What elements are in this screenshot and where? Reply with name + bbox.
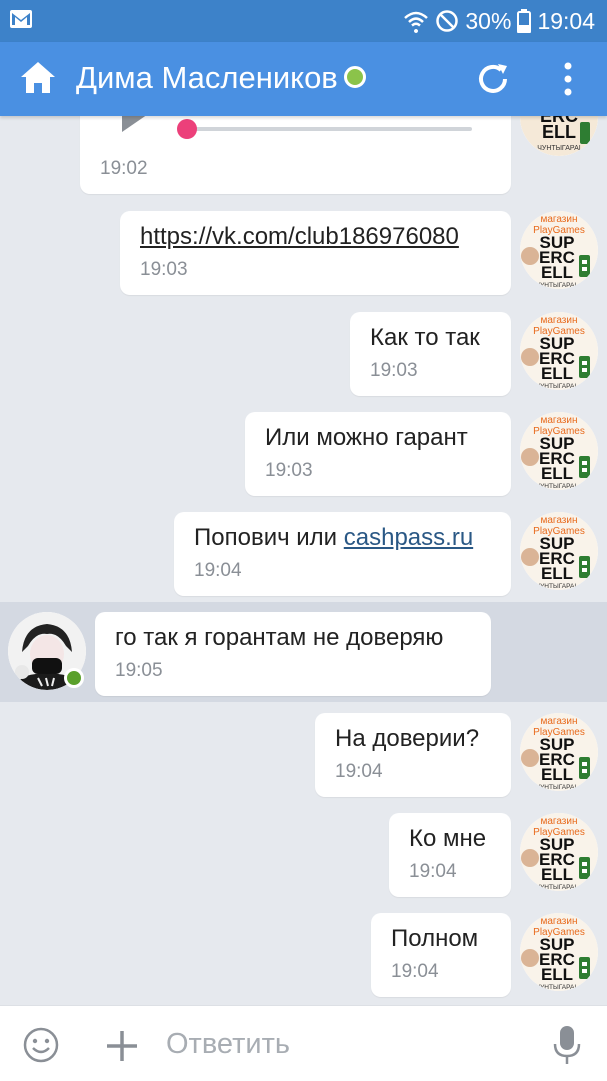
shop-avatar-text: ЧУНТЫГАРАІ <box>536 282 577 289</box>
message-time: 19:03 <box>140 259 188 280</box>
do-not-disturb-icon <box>436 10 459 32</box>
message-text-part: Попович или <box>194 524 344 551</box>
voice-progress-track[interactable] <box>188 127 472 131</box>
shop-avatar-text: магазин <box>540 515 577 526</box>
message-time: 19:04 <box>409 861 457 882</box>
shop-avatar-text: магазин <box>540 415 577 426</box>
home-icon[interactable] <box>18 58 58 98</box>
shop-avatar-text: ELL <box>541 965 573 984</box>
message-text: го так я горантам не доверяю <box>115 624 444 651</box>
shop-avatar-text: магазин <box>540 916 577 927</box>
message-link[interactable]: https://vk.com/club186976080 <box>140 223 459 251</box>
outgoing-message-bubble[interactable]: Ко мне 19:04 <box>389 813 511 897</box>
shop-avatar-text: магазин <box>540 214 577 225</box>
reply-input[interactable]: Ответить <box>166 1024 536 1064</box>
shop-avatar-text: ЧУНТЫГАРАІ <box>536 583 577 590</box>
shop-avatar-text: ELL <box>541 765 573 784</box>
play-icon[interactable] <box>122 116 154 132</box>
message-time: 19:04 <box>194 560 242 581</box>
voice-message-bubble[interactable]: 19:02 <box>80 116 511 194</box>
shop-avatar[interactable]: магазин PlayGames SUP ERC ELL ЧУНТЫГАРАІ <box>520 312 598 390</box>
shop-avatar-text: ELL <box>541 865 573 884</box>
outgoing-message-bubble[interactable]: Попович или cashpass.ru 19:04 <box>174 512 511 596</box>
message-text: Ко мне <box>409 825 487 852</box>
emoji-icon[interactable] <box>22 1026 60 1064</box>
shop-avatar-text: ELL <box>541 263 573 282</box>
outgoing-message-bubble[interactable]: Полном 19:04 <box>371 913 511 997</box>
status-bar: 30% 19:04 <box>0 0 607 42</box>
incoming-message-bubble[interactable]: го так я горантам не доверяю 19:05 <box>95 612 491 696</box>
shop-avatar[interactable]: магазин PlayGames SUP ERC ELL ЧУНТЫГАРАІ <box>520 512 598 590</box>
message-text: Попович или cashpass.ru <box>194 524 473 552</box>
gmail-icon <box>10 10 32 28</box>
shop-avatar-text: ELL <box>541 564 573 583</box>
message-time: 19:05 <box>115 660 163 681</box>
shop-avatar[interactable]: магазин PlayGames SUP ERC ELL ЧУНТЫГАРАІ <box>520 412 598 490</box>
outgoing-message-bubble[interactable]: Как то так 19:03 <box>350 312 511 396</box>
voice-progress-knob[interactable] <box>177 119 197 139</box>
message-text: На доверии? <box>335 725 480 752</box>
shop-avatar-text: ЧУНТЫГАРАІ <box>536 784 577 791</box>
message-time: 19:02 <box>100 158 148 179</box>
refresh-icon[interactable] <box>474 60 512 98</box>
battery-percent: 30% <box>465 7 512 34</box>
message-time: 19:03 <box>265 460 313 481</box>
message-time: 19:04 <box>391 961 439 982</box>
conversation-title[interactable]: Дима Маслеников <box>76 58 366 98</box>
message-list[interactable]: 19:02 ERC ELL ЧУНТЫГАРАІ https://vk.com/cl… <box>0 116 607 1005</box>
outgoing-message-bubble[interactable]: На доверии? 19:04 <box>315 713 511 797</box>
message-text: Полном <box>391 925 479 952</box>
shop-avatar-text: ЧУНТЫГАРАІ <box>536 483 577 490</box>
contact-online-indicator <box>64 668 84 688</box>
message-text: Как то так <box>370 324 480 351</box>
svg-text:ELL: ELL <box>542 122 576 142</box>
shop-avatar[interactable]: магазин PlayGames SUP ERC ELL ЧУНТЫГАРАІ <box>520 813 598 891</box>
shop-avatar[interactable]: магазин PlayGames SUP ERC ELL ЧУНТЫГАРАІ <box>520 211 598 289</box>
attach-plus-icon[interactable] <box>104 1028 140 1064</box>
shop-avatar-text: ELL <box>541 364 573 383</box>
microphone-icon[interactable] <box>552 1024 582 1066</box>
message-link[interactable]: cashpass.ru <box>344 524 473 551</box>
shop-avatar[interactable]: магазин PlayGames SUP ERC ELL ЧУНТЫГАРАІ <box>520 913 598 991</box>
online-indicator <box>343 65 366 88</box>
outgoing-message-bubble[interactable]: Или можно гарант 19:03 <box>245 412 511 496</box>
message-time: 19:03 <box>370 360 418 381</box>
shop-avatar-text: ЧУНТЫГАРАІ <box>536 984 577 991</box>
shop-avatar-text: магазин <box>540 716 577 727</box>
battery-icon <box>517 9 532 33</box>
svg-text:ЧУНТЫГАРАІ: ЧУНТЫГАРАІ <box>537 145 581 152</box>
shop-avatar-text: ELL <box>541 464 573 483</box>
clock: 19:04 <box>537 7 595 34</box>
shop-avatar-text: магазин <box>540 816 577 827</box>
outgoing-message-bubble[interactable]: https://vk.com/club186976080 19:03 <box>120 211 511 295</box>
shop-avatar-text: ЧУНТЫГАРАІ <box>536 884 577 891</box>
shop-avatar[interactable]: магазин PlayGames SUP ERC ELL ЧУНТЫГАРАІ <box>520 713 598 791</box>
shop-avatar-text: ЧУНТЫГАРАІ <box>536 383 577 390</box>
shop-avatar[interactable]: ERC ELL ЧУНТЫГАРАІ <box>520 116 598 156</box>
status-icons: 30% 19:04 <box>403 6 595 36</box>
message-time: 19:04 <box>335 761 383 782</box>
wifi-icon <box>404 11 429 33</box>
contact-name: Дима Маслеников <box>76 60 338 95</box>
more-vert-icon[interactable] <box>556 60 580 98</box>
shop-avatar-text: магазин <box>540 315 577 326</box>
message-text: Или можно гарант <box>265 424 468 451</box>
composer-bar: Ответить <box>0 1005 607 1081</box>
app-bar: Дима Маслеников <box>0 42 607 116</box>
